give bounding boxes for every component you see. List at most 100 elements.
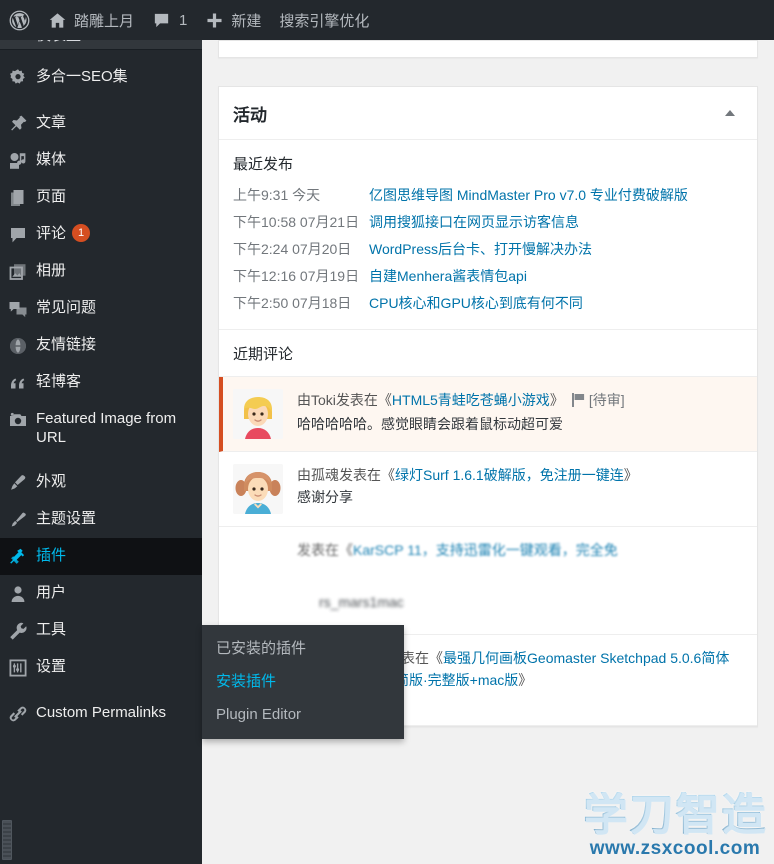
sidebar-item-label: 常见问题 [36,299,97,316]
comment-meta: 由孤魂发表在《绿灯Surf 1.6.1破解版，免注册一键连》 [297,464,638,486]
comment-post-open: 《 [339,542,353,558]
sidebar-item-custom-permalinks[interactable]: Custom Permalinks [0,695,202,732]
sidebar-item-users[interactable]: 用户 [0,575,202,612]
sidebar-item-label: 页面 [36,188,67,205]
new-content-label: 新建 [231,12,262,30]
comment-text: 哈哈哈哈哈。感觉眼睛会跟着鼠标动超可爱 [297,416,563,432]
comment-post-close: 》 [623,467,638,483]
sidebar-item-media[interactable]: 媒体 [0,142,202,179]
sidebar-item-posts[interactable]: 文章 [0,105,202,142]
sidebar-separator-top [0,50,202,59]
sidebar-item-plugins[interactable]: 插件 [0,538,202,575]
sidebar-clipped-item[interactable]: 仪表盘 [0,40,202,50]
brush-icon [0,472,36,493]
gear-seo-icon [0,67,36,88]
sidebar-item-seo[interactable]: 多合一SEO集 [0,59,202,96]
comment-item: 发表在《KarSCP 11，支持迅雷化一键观看，完全免 rs_mars1mac [219,527,757,635]
comment-status: [待审] [588,392,625,408]
sidebar-item-label: 文章 [36,114,67,131]
main-content: 活动 最近发布 上午9:31 今天 亿图思维导图 MindMaster Pro … [202,40,774,864]
submenu-item-plugin-editor[interactable]: Plugin Editor [202,698,404,731]
wrench-icon [0,620,36,641]
admin-sidebar: 仪表盘 多合一SEO集 文章 媒体 页面 评论1 [0,40,202,864]
wordpress-logo-button[interactable] [0,0,39,40]
link-icon [0,703,36,724]
comment-post-open: 《 [377,392,392,408]
gallery-icon [0,261,36,282]
site-name-label: 踏雕上月 [74,12,135,30]
comment-text: 感谢分享 [297,489,353,505]
sidebar-item-label: Custom Permalinks [36,704,167,721]
home-icon [48,11,67,30]
post-title-link[interactable]: 自建Menhera酱表情包api [369,265,527,288]
post-time: 上午9:31 今天 [233,187,321,203]
post-title-link[interactable]: WordPress后台卡、打开慢解决办法 [369,238,592,261]
comment-post-link[interactable]: KarSCP 11，支持迅雷化一键观看，完全免 [353,542,618,558]
sidebar-item-tools[interactable]: 工具 [0,612,202,649]
sidebar-item-label: 工具 [36,621,67,638]
sidebar-item-settings[interactable]: 设置 [0,649,202,686]
pin-icon [0,113,36,134]
post-title-link[interactable]: 亿图思维导图 MindMaster Pro v7.0 专业付费破解版 [369,184,688,207]
plus-icon [205,11,224,30]
comments-button[interactable]: 1 [143,0,196,40]
sidebar-clipped-label: 仪表盘 [36,40,81,45]
recent-comments-title: 近期评论 [219,329,757,377]
sidebar-item-gallery[interactable]: 相册 [0,253,202,290]
settings-sliders-icon [0,657,36,678]
camera-icon [0,409,36,430]
post-time: 下午2:50 07月18日 [233,295,352,311]
submenu-item-add-plugins[interactable]: 安装插件 [202,665,404,698]
sidebar-item-label: 多合一SEO集 [36,68,128,85]
media-icon [0,150,36,171]
recent-posts-list: 上午9:31 今天 亿图思维导图 MindMaster Pro v7.0 专业付… [219,182,757,329]
sidebar-item-featured-image-from-url[interactable]: Featured Image from URL [0,401,202,455]
comment-body: 由孤魂发表在《绿灯Surf 1.6.1破解版，免注册一键连》 感谢分享 [297,464,638,514]
sidebar-item-label: 插件 [36,547,67,564]
wordpress-logo-icon [9,10,30,31]
sidebar-item-theme-settings[interactable]: 主题设置 [0,501,202,538]
page-icon [0,187,36,208]
comment-text: rs_mars1mac [319,594,404,610]
sidebar-separator-1 [0,96,202,105]
sidebar-item-faq[interactable]: 常见问题 [0,290,202,327]
sidebar-item-appearance[interactable]: 外观 [0,464,202,501]
recent-post-row: 上午9:31 今天 亿图思维导图 MindMaster Pro v7.0 专业付… [233,182,743,209]
comment-post-open: 《 [381,467,395,483]
post-time: 下午2:24 07月20日 [233,241,352,257]
comment-body: 发表在《KarSCP 11，支持迅雷化一键观看，完全免 rs_mars1mac [297,539,618,622]
sidebar-item-label: Featured Image from URL [36,410,177,446]
new-content-button[interactable]: 新建 [196,0,270,40]
comment-meta: 发表在《KarSCP 11，支持迅雷化一键观看，完全免 [297,539,618,561]
comment-meta: 由Toki发表在《HTML5青蛙吃苍蝇小游戏》 [待审] [297,389,625,413]
plug-icon [0,546,36,567]
faq-icon [0,298,36,319]
sidebar-item-label: 用户 [36,584,67,601]
sidebar-item-microblog[interactable]: 轻博客 [0,364,202,401]
post-title-link[interactable]: CPU核心和GPU核心到底有何不同 [369,292,583,315]
sidebar-item-comments[interactable]: 评论 1 [0,216,202,253]
sidebar-item-pages[interactable]: 页面 [0,179,202,216]
admin-bar: 踏雕上月 1 新建 搜索引擎优化 [0,0,774,40]
sidebar-item-links[interactable]: 友情链接 [0,327,202,364]
comment-item: 由孤魂发表在《绿灯Surf 1.6.1破解版，免注册一键连》 感谢分享 [219,452,757,527]
sidebar-item-label: 媒体 [36,151,67,168]
activity-panel-header: 活动 [219,87,757,140]
comment-body: 由Toki发表在《HTML5青蛙吃苍蝇小游戏》 [待审] 哈哈哈哈哈。感觉眼睛会跟… [297,389,625,439]
triangle-up-icon[interactable] [715,100,745,126]
paintbrush-icon [0,509,36,530]
sidebar-item-label: 主题设置 [36,510,97,527]
partial-panel-above [218,40,758,58]
comment-bubble-icon [152,11,171,30]
comment-item: 由Toki发表在《HTML5青蛙吃苍蝇小游戏》 [待审] 哈哈哈哈哈。感觉眼睛会跟… [219,377,757,452]
comment-post-link[interactable]: HTML5青蛙吃苍蝇小游戏 [392,392,550,408]
site-name-button[interactable]: 踏雕上月 [39,0,143,40]
seo-menu-button[interactable]: 搜索引擎优化 [270,0,378,40]
flag-icon [571,391,585,413]
sidebar-scrollbar-handle[interactable] [2,820,12,860]
comment-post-link[interactable]: 绿灯Surf 1.6.1破解版，免注册一键连 [395,467,624,483]
sidebar-item-label: 外观 [36,473,67,490]
submenu-item-installed-plugins[interactable]: 已安装的插件 [202,632,404,665]
sidebar-item-label: 设置 [36,658,67,675]
post-title-link[interactable]: 调用搜狐接口在网页显示访客信息 [369,211,579,234]
